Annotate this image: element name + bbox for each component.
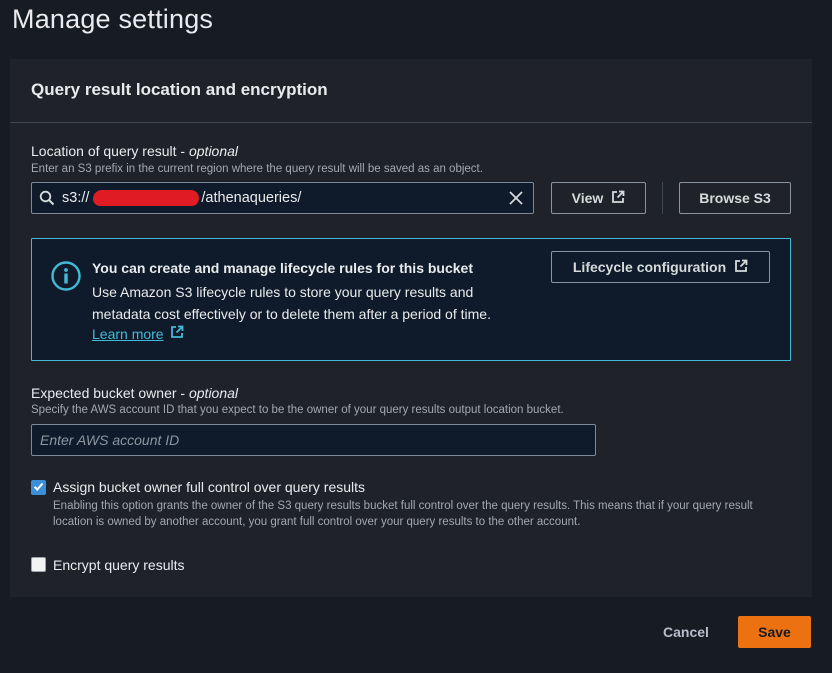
browse-s3-button[interactable]: Browse S3	[679, 182, 791, 214]
full-control-label[interactable]: Assign bucket owner full control over qu…	[53, 479, 365, 495]
external-link-icon	[170, 325, 184, 342]
save-button[interactable]: Save	[738, 616, 811, 648]
cancel-button[interactable]: Cancel	[648, 616, 724, 648]
encrypt-label[interactable]: Encrypt query results	[53, 557, 185, 573]
bucket-owner-input[interactable]	[31, 424, 596, 456]
info-body: Use Amazon S3 lifecycle rules to store y…	[92, 284, 491, 322]
query-location-value: s3:///athenaqueries/	[62, 190, 302, 206]
info-title: You can create and manage lifecycle rule…	[92, 260, 473, 276]
query-location-input[interactable]: s3:///athenaqueries/	[31, 182, 534, 214]
optional-tag: optional	[188, 143, 239, 159]
clear-icon[interactable]	[507, 189, 525, 212]
query-location-description: Enter an S3 prefix in the current region…	[31, 163, 483, 175]
external-link-icon	[734, 259, 748, 276]
learn-more-link[interactable]: Learn more	[92, 325, 184, 342]
settings-panel: Query result location and encryption Loc…	[10, 59, 812, 597]
check-icon	[33, 479, 44, 497]
section-title: Query result location and encryption	[31, 80, 328, 99]
full-control-checkbox[interactable]	[31, 480, 46, 495]
query-location-label: Location of query result - optional	[31, 143, 239, 159]
search-icon	[32, 190, 62, 206]
panel-header: Query result location and encryption	[10, 59, 812, 123]
bucket-owner-description: Specify the AWS account ID that you expe…	[31, 404, 564, 416]
manage-settings-page: Manage settings Query result location an…	[0, 0, 832, 673]
lifecycle-configuration-button[interactable]: Lifecycle configuration	[551, 251, 770, 283]
bucket-owner-label: Expected bucket owner - optional	[31, 385, 239, 401]
encrypt-checkbox[interactable]	[31, 557, 46, 572]
external-link-icon	[611, 190, 625, 207]
view-button[interactable]: View	[551, 182, 646, 214]
lifecycle-info-alert: You can create and manage lifecycle rule…	[31, 238, 791, 361]
info-icon	[51, 261, 81, 296]
redaction-mark	[92, 190, 201, 206]
divider	[662, 182, 663, 214]
full-control-description: Enabling this option grants the owner of…	[53, 500, 753, 528]
optional-tag: optional	[188, 385, 239, 401]
page-title: Manage settings	[12, 4, 214, 34]
